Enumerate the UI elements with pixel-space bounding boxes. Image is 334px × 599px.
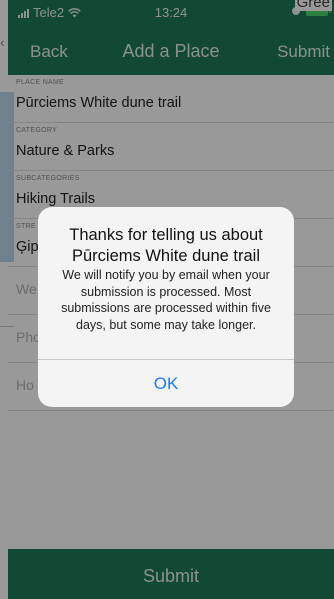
alert-title: Thanks for telling us about Pūrciems Whi… bbox=[69, 226, 263, 265]
ok-button[interactable]: OK bbox=[38, 360, 294, 407]
alert-message: We will notify you by email when your su… bbox=[61, 268, 271, 332]
confirmation-alert: Thanks for telling us about Pūrciems Whi… bbox=[38, 207, 294, 407]
